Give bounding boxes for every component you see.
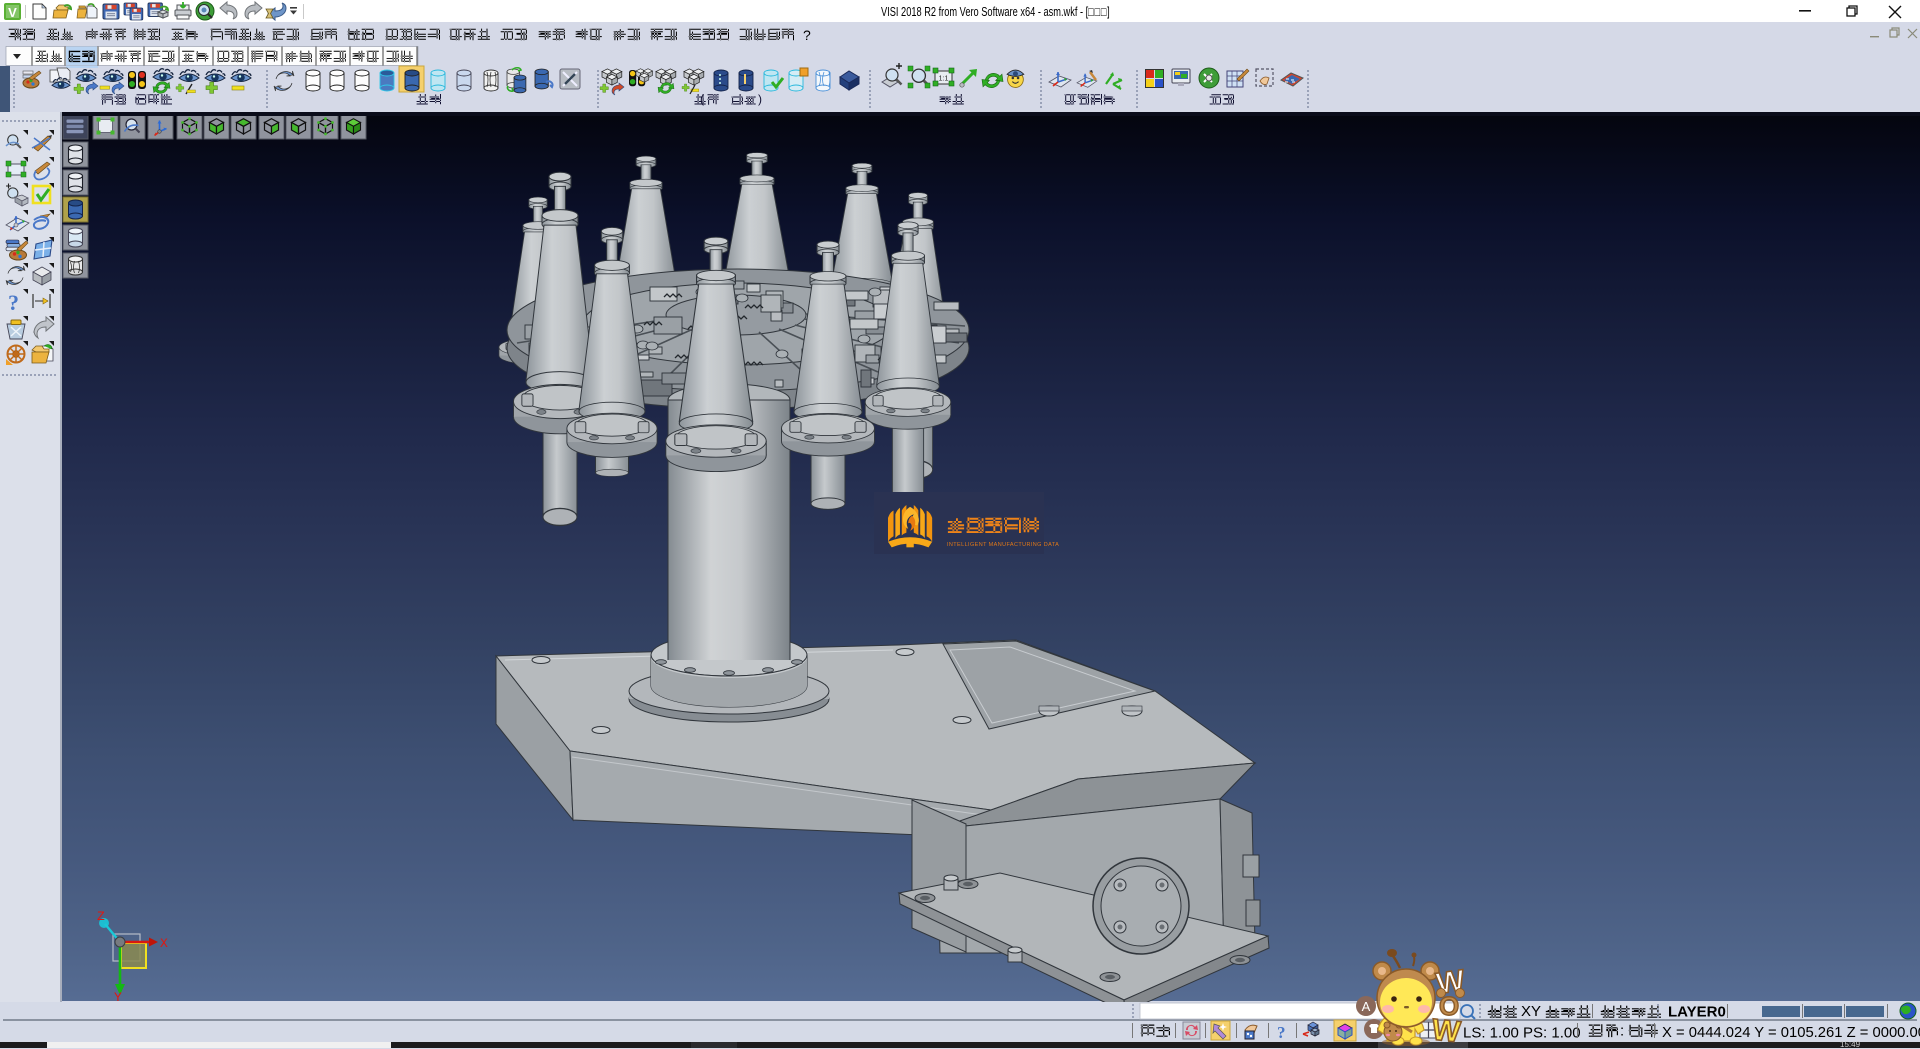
svg-text:?: ? [1277, 1023, 1286, 1042]
svg-text:Z: Z [97, 909, 105, 924]
svg-text:?: ? [8, 290, 19, 315]
svg-text:): ) [758, 92, 762, 106]
svg-text:(: ( [700, 92, 704, 106]
svg-text:LAYER0: LAYER0 [1668, 1004, 1726, 1021]
svg-text:1:1: 1:1 [939, 76, 949, 83]
svg-text:A: A [1362, 999, 1371, 1014]
svg-text:INTELLIGENT MANUFACTURING DATA: INTELLIGENT MANUFACTURING DATA [947, 542, 1059, 548]
svg-text:X = 0444.024 Y = 0105.261 Z =: X = 0444.024 Y = 0105.261 Z = 0000.000 [1662, 1025, 1920, 1041]
svg-text:W: W [1430, 1013, 1462, 1048]
svg-text:X: X [160, 936, 168, 951]
svg-text:XY: XY [1521, 1003, 1541, 1020]
svg-text::: : [1620, 1023, 1624, 1040]
